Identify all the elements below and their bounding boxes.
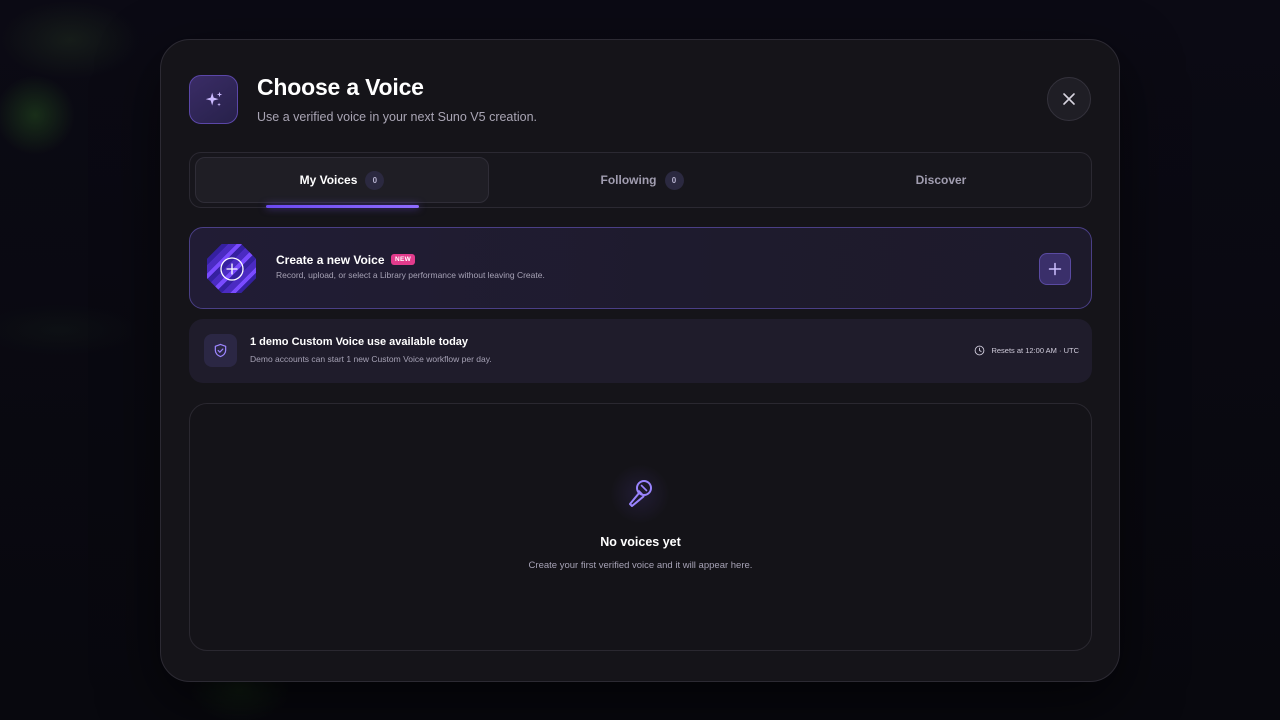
tab-count-badge: 0 — [365, 170, 385, 190]
clock-icon — [975, 345, 985, 356]
modal-subtitle: Use a verified voice in your next Suno V… — [257, 110, 538, 124]
voice-tabs: My Voices 0 Following 0 Discover — [189, 152, 1092, 208]
tab-my-voices[interactable]: My Voices 0 — [195, 157, 489, 203]
sparkles-icon — [189, 75, 238, 124]
create-voice-description: Record, upload, or select a Library perf… — [276, 270, 545, 280]
microphone-icon — [610, 464, 670, 524]
tab-count-badge: 0 — [664, 170, 684, 190]
reset-text: Resets at 12:00 AM · UTC — [991, 346, 1079, 355]
notice-description: Demo accounts can start 1 new Custom Voi… — [250, 354, 492, 364]
tab-label: My Voices — [299, 173, 358, 187]
new-badge: NEW — [391, 254, 416, 265]
add-voice-button[interactable] — [1039, 253, 1071, 285]
shield-check-icon — [204, 334, 237, 367]
demo-usage-notice: 1 demo Custom Voice use available today … — [189, 319, 1092, 383]
close-button[interactable] — [1047, 77, 1091, 121]
add-circle-icon — [219, 256, 244, 281]
close-icon — [1063, 93, 1075, 105]
create-voice-title: Create a new Voice — [276, 253, 385, 267]
reset-info: Resets at 12:00 AM · UTC — [974, 345, 1079, 356]
tab-label: Following — [600, 173, 657, 187]
tab-discover[interactable]: Discover — [794, 157, 1088, 203]
create-voice-avatar — [207, 244, 256, 293]
empty-state-title: No voices yet — [600, 535, 681, 549]
notice-title: 1 demo Custom Voice use available today — [250, 336, 469, 348]
tab-following[interactable]: Following 0 — [495, 157, 789, 203]
modal-title: Choose a Voice — [257, 74, 424, 100]
empty-state-description: Create your first verified voice and it … — [528, 560, 753, 571]
voices-empty-state: No voices yet Create your first verified… — [189, 403, 1092, 651]
tab-label: Discover — [915, 173, 967, 187]
active-tab-indicator — [266, 205, 419, 208]
choose-voice-modal: Choose a Voice Use a verified voice in y… — [160, 39, 1120, 682]
plus-icon — [1048, 262, 1062, 276]
create-voice-card[interactable]: Create a new Voice NEW Record, upload, o… — [189, 227, 1092, 309]
